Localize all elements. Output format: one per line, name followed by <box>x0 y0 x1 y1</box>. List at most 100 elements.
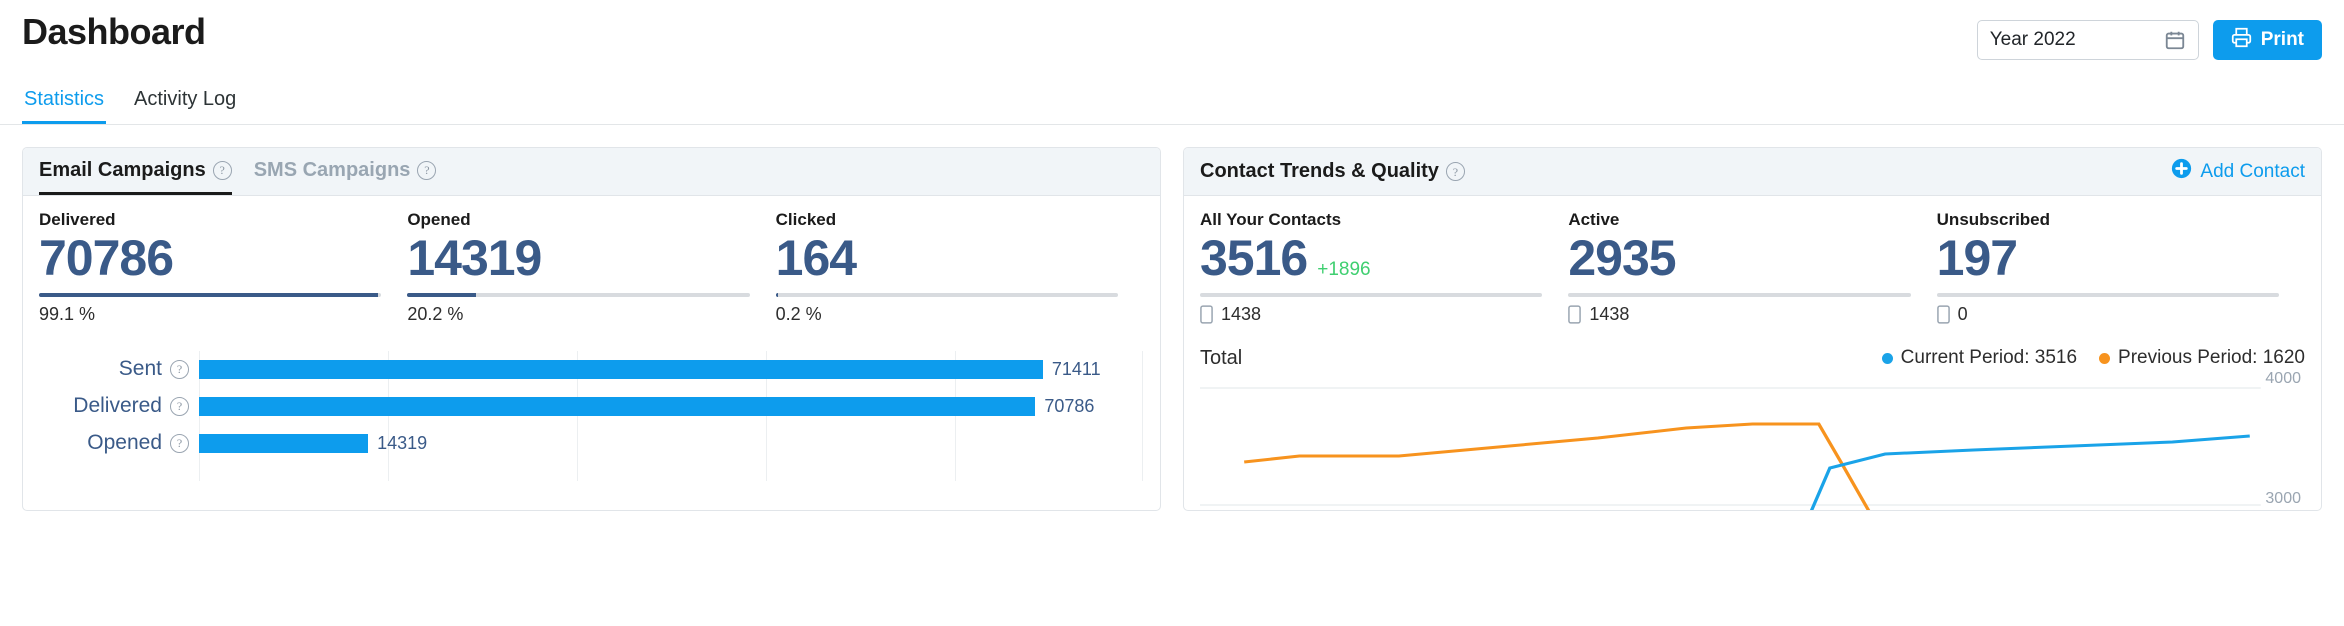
bar-label-opened: Opened ? <box>39 431 199 455</box>
tab-activity-log-label: Activity Log <box>134 88 237 110</box>
contacts-card-body: All Your Contacts 3516 +1896 1438 Active… <box>1184 196 2321 510</box>
legend-dot-previous <box>2099 352 2111 364</box>
email-card-header: Email Campaigns ? SMS Campaigns ? <box>23 148 1160 196</box>
tab-statistics-label: Statistics <box>24 88 105 110</box>
email-card-body: Delivered 70786 99.1 % Opened 14319 20.2… <box>23 196 1160 481</box>
kpi-active-value: 2935 <box>1568 230 1676 286</box>
legend-current-label: Current Period: 3516 <box>1900 347 2078 368</box>
email-campaigns-card: Email Campaigns ? SMS Campaigns ? Delive… <box>22 147 1161 511</box>
legend-current-period[interactable]: Current Period: 3516 <box>1881 347 2078 369</box>
line-chart-svg <box>1200 386 2261 510</box>
date-range-picker[interactable]: Year 2022 <box>1976 20 2199 60</box>
contacts-kpi-row: All Your Contacts 3516 +1896 1438 Active… <box>1200 210 2305 325</box>
add-contact-button[interactable]: Add Contact <box>2171 158 2305 185</box>
help-icon-opened[interactable]: ? <box>170 433 189 453</box>
help-icon-delivered[interactable]: ? <box>170 396 189 416</box>
top-controls: Year 2022 Print <box>1976 20 2322 60</box>
kpi-delivered-label: Delivered <box>39 210 116 229</box>
printer-icon <box>2231 27 2252 54</box>
bar-row-sent: Sent ? 71411 <box>39 351 1144 388</box>
card-tab-email-campaigns[interactable]: Email Campaigns ? <box>39 148 232 195</box>
help-icon-sms-campaigns[interactable]: ? <box>417 160 437 180</box>
kpi-delivered-value: 70786 <box>39 230 174 286</box>
kpi-all-contacts-sub-value: 1438 <box>1221 303 1262 324</box>
kpi-all-contacts: All Your Contacts 3516 +1896 1438 <box>1200 210 1568 325</box>
kpi-all-contacts-value: 3516 <box>1200 230 1308 286</box>
bar-fill-sent <box>199 359 1043 379</box>
kpi-delivered-percent: 99.1 % <box>39 303 96 324</box>
kpi-active-sub-value: 1438 <box>1589 303 1630 324</box>
series-previous-period <box>1244 422 1871 510</box>
card-tab-sms-campaigns[interactable]: SMS Campaigns ? <box>254 148 437 195</box>
y-axis-tick-4000: 4000 <box>2265 369 2301 387</box>
nav-tabs: Statistics Activity Log <box>0 66 2344 125</box>
kpi-clicked-value: 164 <box>775 230 857 286</box>
help-icon-email-campaigns[interactable]: ? <box>212 160 232 180</box>
mobile-icon-active <box>1568 304 1582 324</box>
kpi-active-sub: 1438 <box>1568 304 1910 325</box>
bar-fill-opened <box>199 433 369 453</box>
kpi-opened-percent: 20.2 % <box>407 303 464 324</box>
bar-row-delivered: Delivered ? 70786 <box>39 388 1144 425</box>
kpi-all-contacts-delta: +1896 <box>1317 259 1371 280</box>
legend-dot-current <box>1881 352 1893 364</box>
top-bar: Dashboard Year 2022 Print <box>0 0 2344 60</box>
legend-previous-period[interactable]: Previous Period: 1620 <box>2099 347 2305 369</box>
kpi-unsubscribed-sub-value: 0 <box>1957 303 1968 324</box>
cards-row: Email Campaigns ? SMS Campaigns ? Delive… <box>0 125 2344 511</box>
tab-activity-log[interactable]: Activity Log <box>132 88 238 124</box>
bar-label-sent-text: Sent <box>118 357 162 380</box>
series-current-period <box>1809 434 2250 510</box>
bar-chart-rows: Sent ? 71411 Delivered ? 70786 Opened ? … <box>39 351 1144 462</box>
tab-statistics[interactable]: Statistics <box>22 88 107 124</box>
bar-label-delivered-text: Delivered <box>73 394 162 417</box>
kpi-unsubscribed-value: 197 <box>1936 230 2018 286</box>
card-tab-email-campaigns-label: Email Campaigns <box>39 158 206 181</box>
kpi-clicked: Clicked 164 0.2 % <box>775 210 1144 325</box>
help-icon-sent[interactable]: ? <box>170 359 189 379</box>
kpi-delivered-progress <box>39 292 382 297</box>
kpi-unsubscribed-divider <box>1936 292 2279 297</box>
card-tab-sms-campaigns-label: SMS Campaigns <box>253 158 411 181</box>
email-kpi-row: Delivered 70786 99.1 % Opened 14319 20.2… <box>39 210 1144 325</box>
kpi-all-contacts-sub: 1438 <box>1200 304 1542 325</box>
add-contact-label: Add Contact <box>2200 160 2305 182</box>
kpi-active-label: Active <box>1568 210 1620 229</box>
dashboard-page: Dashboard Year 2022 Print Statistics Act… <box>0 0 2344 626</box>
print-button[interactable]: Print <box>2212 20 2322 60</box>
kpi-opened-progress <box>407 292 750 297</box>
contacts-card-title-text: Contact Trends & Quality <box>1200 160 1439 182</box>
email-bar-chart: Sent ? 71411 Delivered ? 70786 Opened ? … <box>39 350 1144 481</box>
mobile-icon-unsubscribed <box>1936 304 1950 324</box>
kpi-clicked-progress <box>775 292 1118 297</box>
contacts-card-header: Contact Trends & Quality ? Add Contact <box>1184 148 2321 196</box>
date-range-value: Year 2022 <box>1989 29 2076 50</box>
contacts-card-title: Contact Trends & Quality ? <box>1200 160 1465 183</box>
mobile-icon-all-contacts <box>1200 304 1213 324</box>
print-button-label: Print <box>2260 29 2304 50</box>
bar-label-sent: Sent ? <box>39 357 199 381</box>
bar-row-opened: Opened ? 14319 <box>39 425 1144 462</box>
kpi-opened-value: 14319 <box>407 230 542 286</box>
bar-value-delivered: 70786 <box>1044 395 1095 416</box>
kpi-active-divider <box>1568 292 1911 297</box>
kpi-unsubscribed: Unsubscribed 197 0 <box>1936 210 2305 325</box>
total-legend-row: Total Current Period: 3516 Previous Peri… <box>1200 347 2305 370</box>
calendar-icon <box>2164 29 2186 51</box>
line-chart-legend: Current Period: 3516 Previous Period: 16… <box>1881 347 2305 369</box>
total-label: Total <box>1200 346 1243 369</box>
kpi-delivered: Delivered 70786 99.1 % <box>39 210 407 325</box>
kpi-opened-label: Opened <box>407 210 471 229</box>
contact-trends-card: Contact Trends & Quality ? Add Contact A… <box>1183 147 2322 511</box>
bar-value-sent: 71411 <box>1051 358 1101 379</box>
help-icon-contact-trends[interactable]: ? <box>1445 162 1465 181</box>
kpi-active: Active 2935 1438 <box>1568 210 1936 325</box>
kpi-all-contacts-label: All Your Contacts <box>1200 210 1342 229</box>
legend-previous-label: Previous Period: 1620 <box>2118 347 2305 368</box>
plus-circle-icon <box>2171 158 2192 185</box>
email-card-tabs: Email Campaigns ? SMS Campaigns ? <box>39 148 437 195</box>
bar-label-opened-text: Opened <box>87 431 162 454</box>
bar-fill-delivered <box>199 396 1036 416</box>
kpi-clicked-percent: 0.2 % <box>775 303 822 324</box>
kpi-unsubscribed-sub: 0 <box>1936 303 2279 325</box>
